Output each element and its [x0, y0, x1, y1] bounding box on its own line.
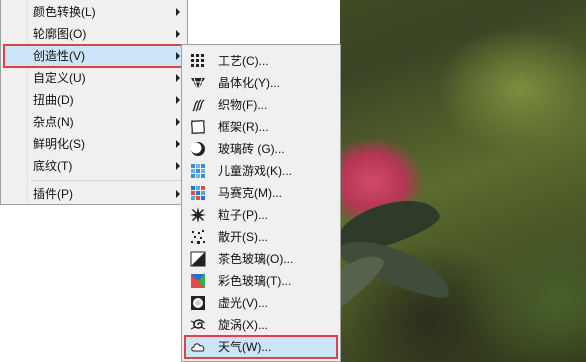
submenu-item-frame[interactable]: 框架(R)...	[184, 116, 338, 138]
submenu-item-label: 粒子(P)...	[218, 208, 268, 222]
submenu-arrow-icon	[176, 74, 180, 82]
menu-item-plugins[interactable]: 插件(P)	[3, 183, 186, 205]
scatter-icon	[191, 230, 205, 244]
menu-item-label: 扭曲(D)	[33, 93, 74, 107]
kids-play-icon	[191, 164, 205, 178]
particles-icon	[190, 207, 206, 223]
submenu-arrow-icon	[176, 118, 180, 126]
menu-item-texture[interactable]: 底纹(T)	[3, 155, 186, 177]
vortex-icon	[190, 319, 206, 330]
submenu-arrow-icon	[176, 8, 180, 16]
menu-item-distort[interactable]: 扭曲(D)	[3, 89, 186, 111]
submenu-item-label: 马赛克(M)...	[218, 186, 282, 200]
weather-icon	[191, 343, 205, 352]
submenu-item-stained-glass[interactable]: 彩色玻璃(T)...	[184, 270, 338, 292]
submenu-arrow-icon	[176, 96, 180, 104]
effects-menu: 颜色转换(L) 轮廓图(O) 创造性(V) 自定义(U) 扭曲(D) 杂点(N)…	[0, 0, 188, 205]
vignette-icon	[191, 296, 205, 310]
submenu-item-mosaic[interactable]: 马赛克(M)...	[184, 182, 338, 204]
submenu-item-label: 晶体化(Y)...	[218, 76, 280, 90]
submenu-item-glass-block[interactable]: 玻璃砖 (G)...	[184, 138, 338, 160]
menu-item-label: 轮廓图(O)	[33, 27, 87, 41]
craft-icon	[191, 54, 204, 67]
submenu-item-label: 彩色玻璃(T)...	[218, 274, 292, 288]
menu-item-creative[interactable]: 创造性(V)	[3, 44, 186, 68]
menu-item-label: 创造性(V)	[33, 49, 85, 63]
smoked-glass-icon	[190, 251, 206, 267]
submenu-item-smoked-glass[interactable]: 茶色玻璃(O)...	[184, 248, 338, 270]
submenu-item-label: 玻璃砖 (G)...	[218, 142, 285, 156]
fabric-icon	[192, 99, 205, 112]
stained-glass-icon	[191, 274, 205, 288]
submenu-item-label: 织物(F)...	[218, 98, 268, 112]
submenu-item-craft[interactable]: 工艺(C)...	[184, 50, 338, 72]
menu-item-label: 杂点(N)	[33, 115, 74, 129]
submenu-item-crystallize[interactable]: 晶体化(Y)...	[184, 72, 338, 94]
submenu-item-label: 儿童游戏(K)...	[218, 164, 292, 178]
submenu-item-label: 茶色玻璃(O)...	[218, 252, 294, 266]
submenu-arrow-icon	[176, 52, 180, 60]
menu-item-custom[interactable]: 自定义(U)	[3, 67, 186, 89]
mosaic-icon	[191, 186, 205, 200]
menu-item-label: 颜色转换(L)	[33, 5, 96, 19]
submenu-item-vignette[interactable]: 虚光(V)...	[184, 292, 338, 314]
menu-item-label: 自定义(U)	[33, 71, 86, 85]
submenu-arrow-icon	[176, 162, 180, 170]
submenu-arrow-icon	[176, 140, 180, 148]
submenu-item-fabric[interactable]: 织物(F)...	[184, 94, 338, 116]
submenu-arrow-icon	[176, 190, 180, 198]
menu-item-label: 底纹(T)	[33, 159, 73, 173]
menu-item-sharpen[interactable]: 鲜明化(S)	[3, 133, 186, 155]
glass-block-icon	[190, 142, 205, 156]
menu-item-label: 鲜明化(S)	[33, 137, 85, 151]
submenu-item-scatter[interactable]: 散开(S)...	[184, 226, 338, 248]
submenu-item-label: 旋涡(X)...	[218, 318, 268, 332]
submenu-item-vortex[interactable]: 旋涡(X)...	[184, 314, 338, 336]
submenu-item-label: 虚光(V)...	[218, 296, 268, 310]
menu-item-noise[interactable]: 杂点(N)	[3, 111, 186, 133]
menu-separator	[31, 180, 183, 181]
menu-item-color-transform[interactable]: 颜色转换(L)	[3, 1, 186, 23]
submenu-item-particles[interactable]: 粒子(P)...	[184, 204, 338, 226]
menu-item-label: 插件(P)	[33, 187, 73, 201]
submenu-item-label: 散开(S)...	[218, 230, 268, 244]
frame-icon	[191, 120, 205, 134]
submenu-item-kids-play[interactable]: 儿童游戏(K)...	[184, 160, 338, 182]
submenu-arrow-icon	[176, 30, 180, 38]
submenu-item-label: 工艺(C)...	[218, 54, 269, 68]
crystallize-icon	[191, 77, 205, 91]
submenu-item-weather[interactable]: 天气(W)...	[184, 335, 338, 359]
submenu-item-label: 框架(R)...	[218, 120, 269, 134]
creative-submenu: 工艺(C)... 晶体化(Y)... 织物(F)... 框架(R)... 玻璃砖…	[181, 44, 341, 362]
submenu-item-label: 天气(W)...	[218, 340, 272, 354]
menu-item-contour[interactable]: 轮廓图(O)	[3, 23, 186, 45]
